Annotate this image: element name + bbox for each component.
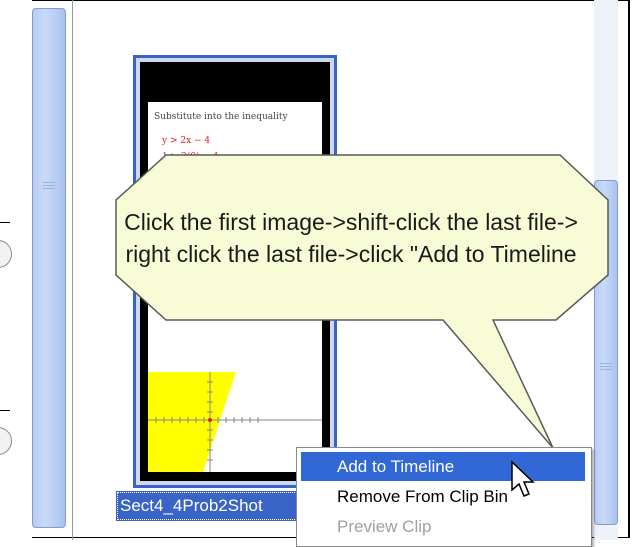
left-scrollbar-thumb[interactable] — [32, 8, 66, 528]
slide-equation-1: y > 2x − 4 — [162, 136, 211, 146]
panel-divider — [72, 0, 73, 540]
grip-line — [43, 182, 55, 183]
menu-item-add-to-timeline[interactable]: Add to Timeline — [301, 452, 585, 481]
panel-round-button[interactable] — [0, 427, 12, 455]
grip-line — [43, 188, 55, 189]
clip-filename-label[interactable]: Sect4_4Prob2Shot — [116, 491, 306, 521]
panel-round-button[interactable] — [0, 240, 12, 268]
left-panel-edge — [0, 0, 32, 540]
callout-bubble — [115, 154, 609, 449]
mouse-pointer-icon — [511, 460, 535, 497]
menu-item-remove-from-clip-bin[interactable]: Remove From Clip Bin — [301, 482, 585, 511]
grip-line — [43, 185, 55, 186]
ruler-tick — [0, 410, 10, 411]
ruler-tick — [0, 222, 10, 223]
menu-item-preview-clip: Preview Clip — [337, 517, 432, 536]
context-menu: Add to Timeline Remove From Clip Bin Pre… — [296, 447, 592, 547]
slide-heading: Substitute into the inequality — [154, 112, 288, 122]
callout-instruction-text: Click the first image->shift-click the l… — [124, 209, 578, 267]
